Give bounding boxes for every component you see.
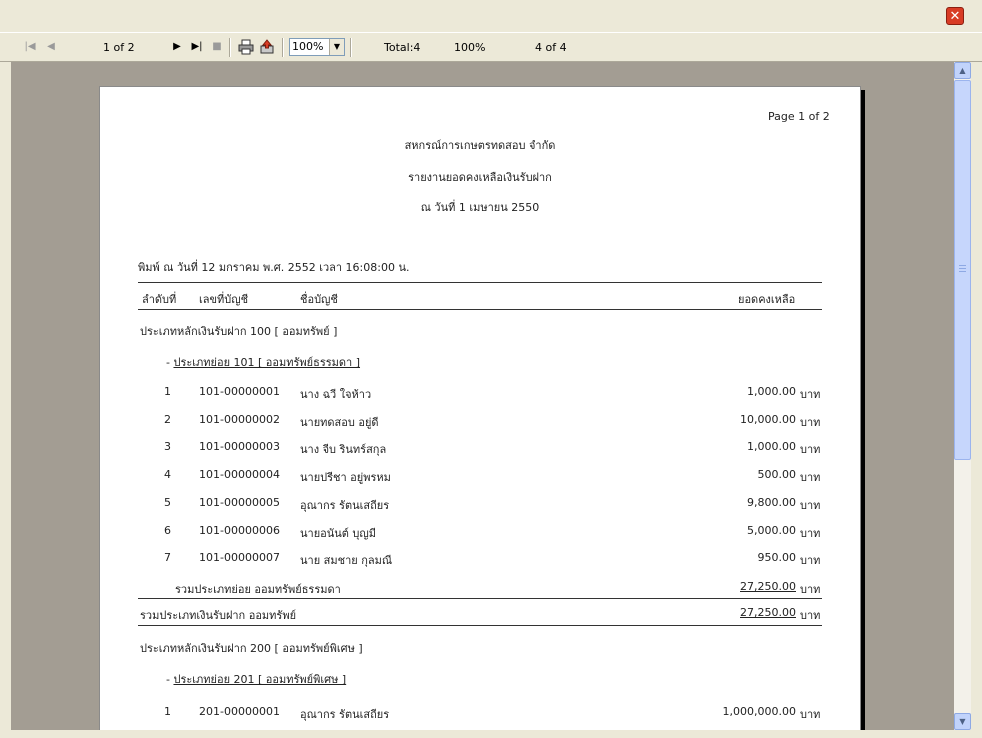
column-header-balance: ยอดคงเหลือ: [738, 293, 796, 306]
zoom-select[interactable]: 100% ▼: [289, 38, 345, 56]
record-indicator: 4 of 4: [535, 41, 567, 54]
currency-label: บาท: [800, 708, 821, 721]
report-toolbar: |◀ ◀ 1 of 2 ▶ ▶| ■ 100% ▼ Total:4 100% 4…: [0, 32, 982, 62]
currency-label: บาท: [800, 526, 821, 540]
currency-label: บาท: [800, 554, 821, 568]
row-seq: 7: [164, 551, 171, 565]
row-account-no: 101-00000003: [199, 440, 280, 454]
report-viewer: Page 1 of 2 สหกรณ์การเกษตรทดสอบ จำกัด รา…: [11, 62, 954, 730]
scroll-down-icon[interactable]: ▼: [954, 713, 971, 730]
report-page: Page 1 of 2 สหกรณ์การเกษตรทดสอบ จำกัด รา…: [99, 86, 861, 730]
export-icon[interactable]: [259, 39, 275, 55]
currency-label: บาท: [800, 498, 821, 512]
subgroup-header: - ประเภทย่อย 101 [ ออมทรัพย์ธรรมดา ]: [166, 356, 361, 369]
window-title-bar: ✕: [0, 0, 982, 32]
row-account-name: อุณากร รัตนเสถียร: [300, 498, 390, 512]
row-seq: 5: [164, 495, 171, 509]
previous-page-icon[interactable]: ◀: [43, 39, 59, 55]
row-seq: 1: [164, 705, 171, 718]
column-header-account-no: เลขที่บัญชี: [199, 293, 249, 306]
row-account-no: 101-00000005: [199, 495, 280, 509]
scroll-thumb[interactable]: [954, 80, 971, 460]
toolbar-separator: [282, 38, 284, 57]
row-balance: 9,800.00: [747, 495, 796, 509]
print-date: พิมพ์ ณ วันที่ 12 มกราคม พ.ศ. 2552 เวลา …: [138, 261, 410, 274]
column-header-account-name: ชื่อบัญชี: [300, 293, 338, 306]
last-page-icon[interactable]: ▶|: [189, 39, 205, 55]
row-account-no: 101-00000001: [199, 385, 280, 398]
row-account-no: 101-00000002: [199, 412, 280, 426]
currency-label: บาท: [800, 388, 821, 401]
close-icon[interactable]: ✕: [946, 7, 964, 25]
subtotal-value: 27,250.00: [740, 580, 796, 593]
currency-label: บาท: [800, 583, 821, 596]
row-balance: 10,000.00: [740, 412, 796, 426]
row-account-name: นายทดสอบ อยู่ดี: [300, 415, 379, 429]
row-balance: 5,000.00: [747, 523, 796, 537]
grip-line: [959, 271, 966, 272]
subtotal-label: รวมประเภทย่อย ออมทรัพย์ธรรมดา: [175, 583, 341, 596]
row-seq: 1: [164, 385, 171, 398]
company-name: สหกรณ์การเกษตรทดสอบ จำกัด: [404, 139, 556, 152]
group-header: ประเภทหลักเงินรับฝาก 100 [ ออมทรัพย์ ]: [140, 325, 338, 338]
header-bottom-line: [138, 309, 822, 310]
first-page-icon[interactable]: |◀: [22, 39, 38, 55]
total-records: Total:4: [384, 41, 421, 54]
row-balance: 1,000.00: [747, 385, 796, 398]
vertical-scrollbar[interactable]: ▲ ▼: [954, 62, 971, 730]
stop-icon[interactable]: ■: [209, 39, 225, 55]
print-icon[interactable]: [238, 39, 254, 55]
row-balance: 950.00: [757, 551, 797, 565]
row-balance: 1,000.00: [747, 440, 796, 454]
chevron-down-icon[interactable]: ▼: [329, 39, 344, 55]
currency-label: บาท: [800, 609, 821, 622]
row-account-name: นาง ฉวี ใจห้าว: [300, 388, 372, 401]
group-header: ประเภทหลักเงินรับฝาก 200 [ ออมทรัพย์พิเศ…: [140, 642, 363, 655]
row-account-no: 201-00000001: [199, 705, 280, 718]
group-total-label: รวมประเภทเงินรับฝาก ออมทรัพย์: [140, 609, 297, 622]
grip-line: [959, 265, 966, 266]
report-title: รายงานยอดคงเหลือเงินรับฝาก: [408, 171, 552, 184]
row-account-name: นายอนันต์ บุญมี: [300, 526, 377, 540]
zoom-value: 100%: [292, 40, 324, 53]
toolbar-separator: [350, 38, 352, 57]
row-seq: 3: [164, 440, 171, 454]
row-account-name: นายปรีชา อยู่พรหม: [300, 471, 391, 485]
page-number: Page 1 of 2: [768, 110, 830, 123]
row-account-no: 101-00000007: [199, 551, 280, 565]
grip-line: [959, 268, 966, 269]
currency-label: บาท: [800, 471, 821, 485]
row-account-name: นาง จีบ รินทร์สกุล: [300, 443, 387, 457]
row-seq: 2: [164, 412, 171, 426]
subgroup-header: - ประเภทย่อย 201 [ ออมทรัพย์พิเศษ ]: [166, 673, 347, 686]
zoom-percent: 100%: [454, 41, 486, 54]
row-balance: 1,000,000.00: [722, 705, 796, 718]
row-account-no: 101-00000006: [199, 523, 280, 537]
column-header-seq: ลำดับที่: [142, 293, 177, 306]
page-indicator: 1 of 2: [103, 41, 135, 54]
group-total-value: 27,250.00: [740, 606, 796, 619]
row-seq: 6: [164, 523, 171, 537]
currency-label: บาท: [800, 443, 821, 457]
toolbar-separator: [229, 38, 231, 57]
group-total-top-line: [138, 598, 822, 599]
row-seq: 4: [164, 468, 171, 482]
row-account-name: นาย สมชาย กุลมณี: [300, 554, 393, 568]
row-account-name: อุณากร รัตนเสถียร: [300, 708, 390, 721]
group-total-bottom-line: [138, 625, 822, 626]
header-top-line: [138, 282, 822, 283]
row-balance: 500.00: [757, 468, 797, 482]
currency-label: บาท: [800, 415, 821, 429]
next-page-icon[interactable]: ▶: [169, 39, 185, 55]
scroll-up-icon[interactable]: ▲: [954, 62, 971, 79]
row-account-no: 101-00000004: [199, 468, 280, 482]
report-date: ณ วันที่ 1 เมษายน 2550: [420, 201, 540, 214]
